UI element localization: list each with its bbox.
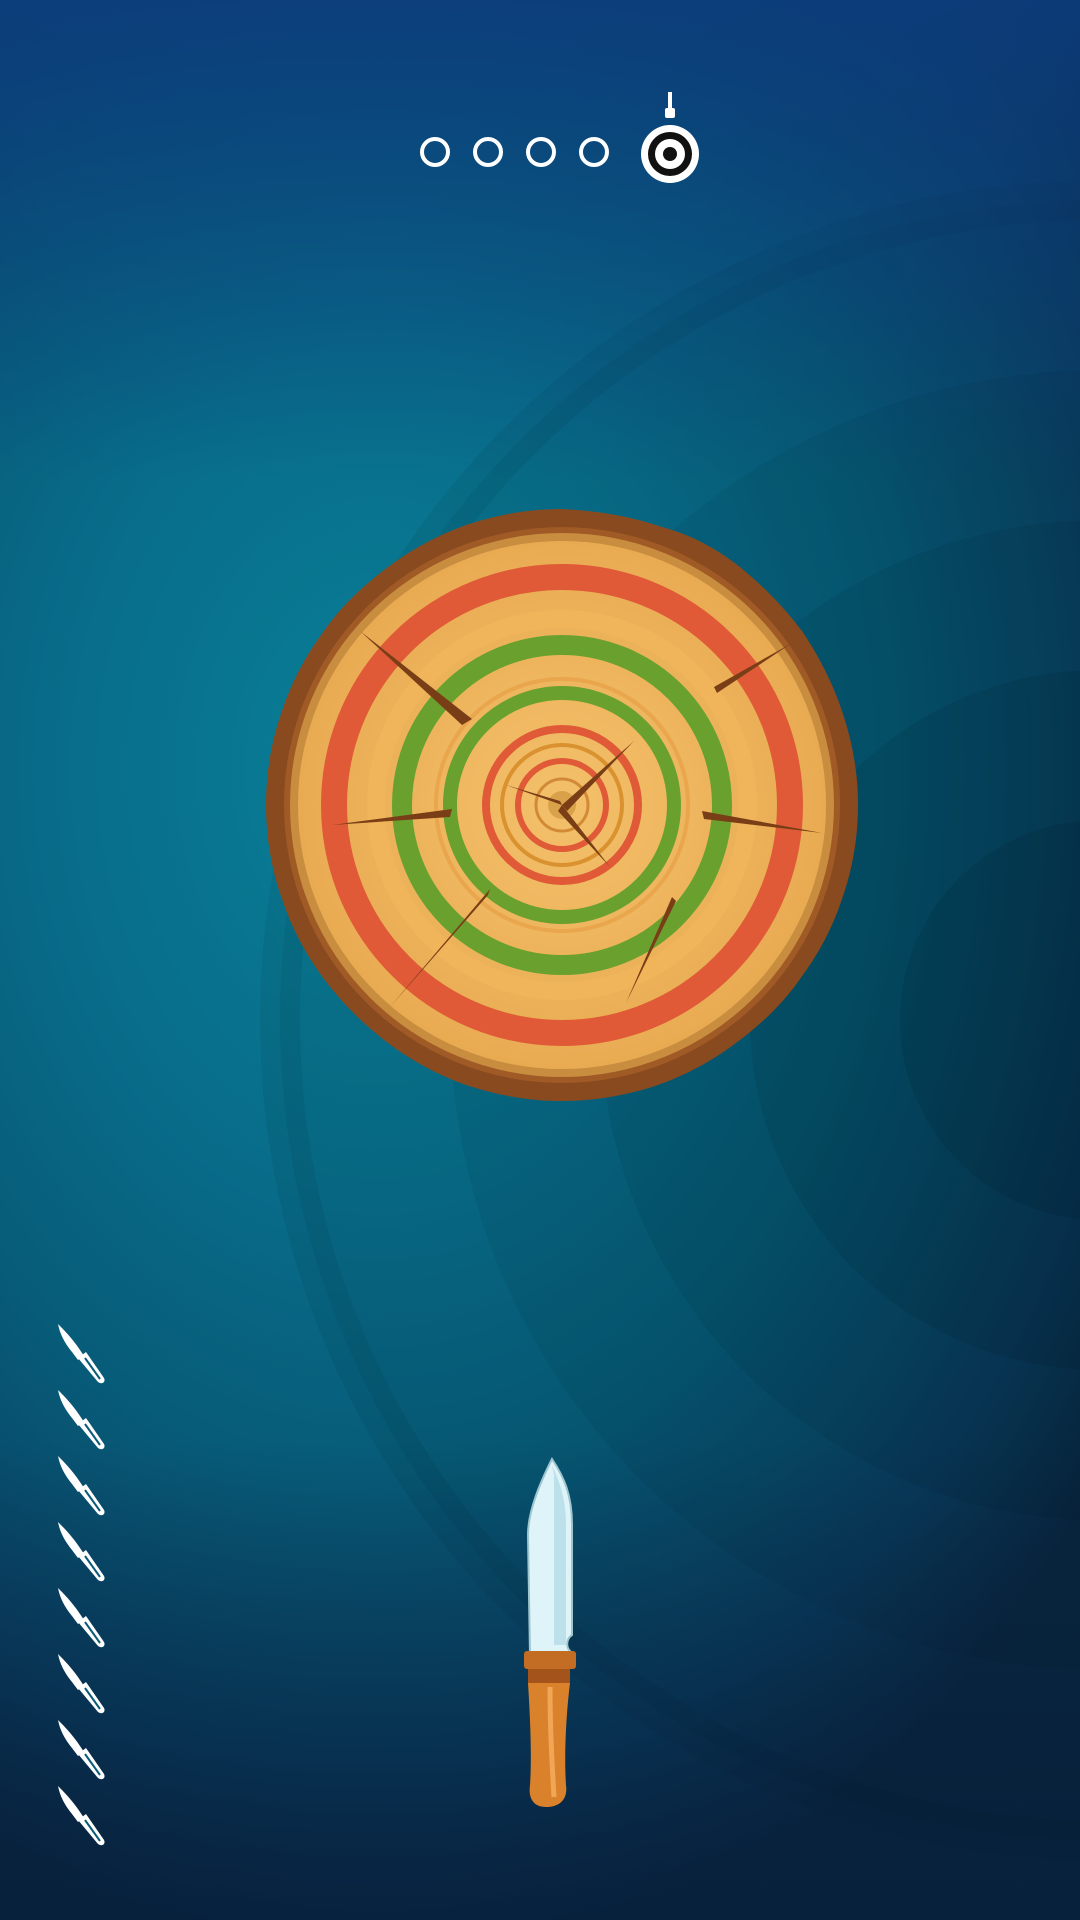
target-boss-icon <box>641 92 699 183</box>
knife-guard <box>524 1651 576 1669</box>
knife-remaining-icon <box>58 1522 105 1582</box>
stage-dot-4 <box>579 137 609 167</box>
knife-remaining-icon <box>58 1324 105 1384</box>
knife-remaining-icon <box>58 1786 105 1846</box>
stage-dot-3 <box>526 137 556 167</box>
knife-remaining-icon <box>58 1654 105 1714</box>
stage-dot-2 <box>473 137 503 167</box>
wooden-log-target[interactable] <box>262 505 862 1105</box>
knife-remaining-icon <box>58 1456 105 1516</box>
knife-remaining-icon <box>58 1720 105 1780</box>
knife-remaining-icon <box>58 1390 105 1450</box>
player-knife[interactable] <box>510 1455 590 1815</box>
stage-dot-1 <box>420 137 450 167</box>
knife-remaining-icon <box>58 1588 105 1648</box>
